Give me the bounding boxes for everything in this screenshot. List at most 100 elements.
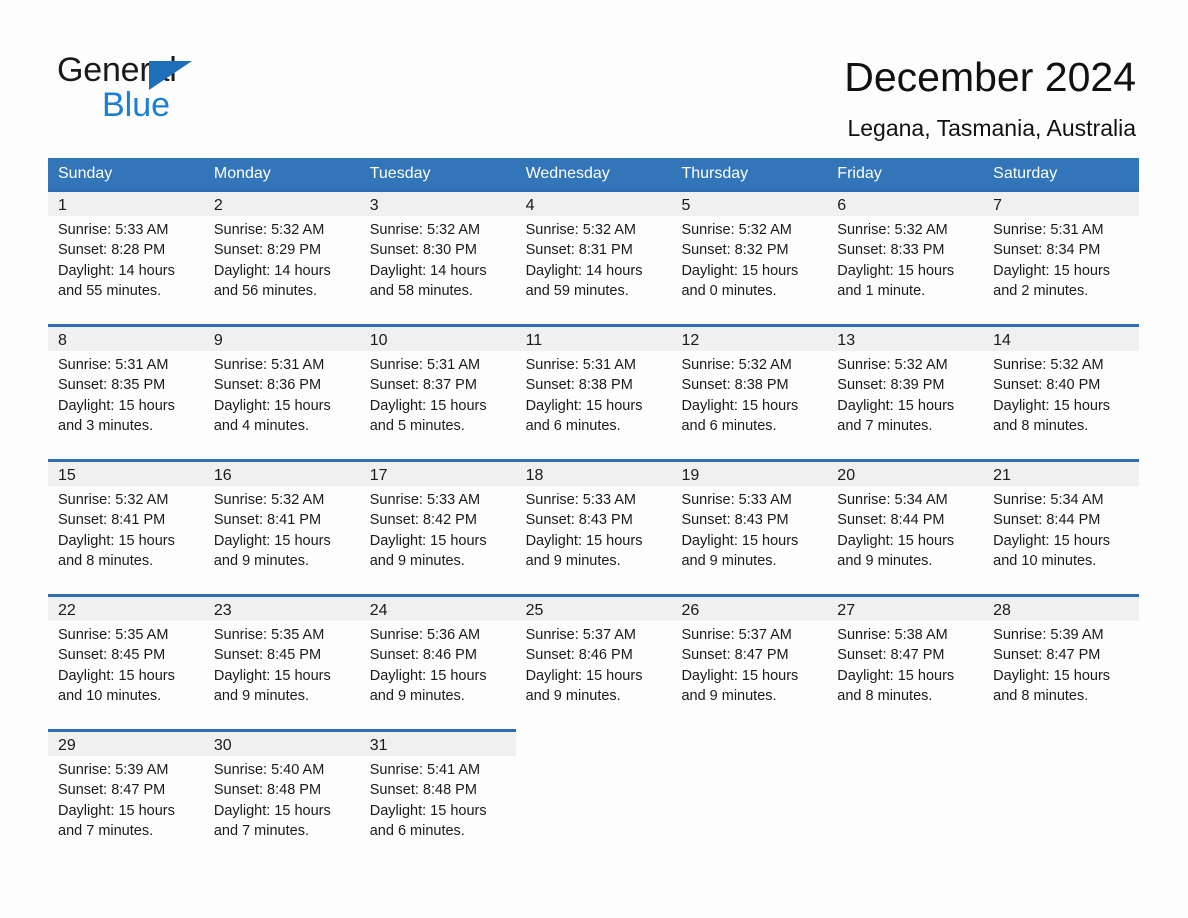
day-cell: Sunrise: 5:33 AM Sunset: 8:28 PM Dayligh… [48, 216, 204, 324]
day-cell: Sunrise: 5:37 AM Sunset: 8:46 PM Dayligh… [516, 621, 672, 729]
day-number[interactable]: 28 [983, 594, 1140, 621]
week-row: 8 9 10 11 12 13 14 Sunrise: 5:31 AM Suns… [48, 324, 1140, 459]
day-cell: Sunrise: 5:32 AM Sunset: 8:39 PM Dayligh… [827, 351, 983, 459]
day-number[interactable]: 31 [359, 729, 516, 756]
sunset-text: Sunset: 8:48 PM [213, 782, 322, 799]
day-number[interactable]: 17 [359, 459, 516, 486]
day-number[interactable]: 24 [359, 594, 516, 621]
daylight-text: Daylight: 14 hours and 56 minutes. [213, 262, 331, 299]
day-number-empty [671, 729, 827, 756]
day-number[interactable]: 12 [671, 324, 828, 351]
day-number[interactable]: 19 [671, 459, 828, 486]
day-number[interactable]: 18 [515, 459, 672, 486]
daylight-text: Daylight: 15 hours and 6 minutes. [681, 397, 799, 434]
day-cell: Sunrise: 5:41 AM Sunset: 8:48 PM Dayligh… [360, 756, 516, 864]
day-number[interactable]: 21 [983, 459, 1140, 486]
daylight-text: Daylight: 15 hours and 9 minutes. [525, 667, 643, 704]
daylight-text: Daylight: 15 hours and 7 minutes. [837, 397, 955, 434]
sunset-text: Sunset: 8:38 PM [681, 377, 789, 394]
day-number[interactable]: 29 [48, 729, 204, 756]
day-number[interactable]: 1 [48, 189, 204, 216]
calendar-grid: Sunday Monday Tuesday Wednesday Thursday… [48, 158, 1140, 864]
daylight-text: Daylight: 15 hours and 9 minutes. [213, 667, 331, 704]
daylight-text: Daylight: 15 hours and 8 minutes. [837, 667, 955, 704]
daylight-text: Daylight: 15 hours and 9 minutes. [681, 532, 799, 569]
sunset-text: Sunset: 8:34 PM [993, 242, 1101, 259]
sunset-text: Sunset: 8:35 PM [58, 377, 166, 394]
day-number[interactable]: 26 [671, 594, 828, 621]
daylight-text: Daylight: 15 hours and 0 minutes. [681, 262, 799, 299]
day-cell: Sunrise: 5:31 AM Sunset: 8:35 PM Dayligh… [48, 351, 204, 459]
day-number[interactable]: 16 [203, 459, 360, 486]
week-day-details: Sunrise: 5:31 AM Sunset: 8:35 PM Dayligh… [48, 351, 1139, 459]
daylight-text: Daylight: 14 hours and 59 minutes. [525, 262, 643, 299]
week-day-numbers: 8 9 10 11 12 13 14 [48, 324, 1140, 351]
sunrise-text: Sunrise: 5:32 AM [213, 222, 325, 238]
day-cell: Sunrise: 5:32 AM Sunset: 8:30 PM Dayligh… [360, 216, 516, 324]
day-number[interactable]: 9 [203, 324, 360, 351]
sunset-text: Sunset: 8:41 PM [213, 512, 322, 529]
week-row: 29 30 31 Sunrise: 5:39 AM Sunset: 8:47 P… [48, 729, 1139, 864]
day-cell: Sunrise: 5:35 AM Sunset: 8:45 PM Dayligh… [48, 621, 204, 729]
day-number[interactable]: 30 [203, 729, 360, 756]
day-cell: Sunrise: 5:32 AM Sunset: 8:31 PM Dayligh… [516, 216, 672, 324]
week-day-details: Sunrise: 5:39 AM Sunset: 8:47 PM Dayligh… [48, 756, 1139, 864]
sunset-text: Sunset: 8:29 PM [213, 242, 322, 259]
sunrise-text: Sunrise: 5:31 AM [525, 357, 636, 373]
sunrise-text: Sunrise: 5:32 AM [213, 492, 325, 508]
day-cell: Sunrise: 5:32 AM Sunset: 8:32 PM Dayligh… [671, 216, 827, 324]
day-cell: Sunrise: 5:39 AM Sunset: 8:47 PM Dayligh… [983, 621, 1139, 729]
day-cell-empty [516, 756, 672, 864]
day-cell: Sunrise: 5:38 AM Sunset: 8:47 PM Dayligh… [827, 621, 983, 729]
day-number[interactable]: 25 [515, 594, 672, 621]
sunset-text: Sunset: 8:43 PM [525, 512, 633, 529]
daylight-text: Daylight: 15 hours and 8 minutes. [993, 667, 1111, 704]
week-day-numbers: 15 16 17 18 19 20 21 [48, 459, 1140, 486]
sunrise-text: Sunrise: 5:31 AM [993, 222, 1104, 238]
sunrise-text: Sunrise: 5:32 AM [681, 222, 792, 238]
day-number[interactable]: 5 [671, 189, 828, 216]
sunrise-text: Sunrise: 5:41 AM [369, 762, 481, 778]
day-number[interactable]: 13 [827, 324, 984, 351]
day-cell: Sunrise: 5:33 AM Sunset: 8:43 PM Dayligh… [516, 486, 672, 594]
daylight-text: Daylight: 15 hours and 3 minutes. [58, 397, 175, 434]
day-number[interactable]: 27 [827, 594, 984, 621]
day-number[interactable]: 15 [48, 459, 204, 486]
day-number[interactable]: 14 [983, 324, 1140, 351]
day-cell: Sunrise: 5:31 AM Sunset: 8:38 PM Dayligh… [516, 351, 672, 459]
daylight-text: Daylight: 15 hours and 6 minutes. [525, 397, 643, 434]
day-number[interactable]: 11 [515, 324, 672, 351]
sunrise-text: Sunrise: 5:35 AM [58, 627, 169, 643]
day-number[interactable]: 20 [827, 459, 984, 486]
sunrise-text: Sunrise: 5:32 AM [58, 492, 169, 508]
daylight-text: Daylight: 15 hours and 10 minutes. [993, 532, 1111, 569]
sunrise-text: Sunrise: 5:33 AM [58, 222, 169, 238]
logo-text-blue: Blue [102, 86, 171, 124]
sunset-text: Sunset: 8:46 PM [525, 647, 633, 664]
day-number[interactable]: 2 [203, 189, 360, 216]
daylight-text: Daylight: 15 hours and 9 minutes. [369, 532, 487, 569]
day-number[interactable]: 6 [827, 189, 984, 216]
day-number[interactable]: 23 [203, 594, 360, 621]
day-number[interactable]: 3 [359, 189, 516, 216]
day-cell-empty [827, 756, 983, 864]
day-number[interactable]: 22 [48, 594, 204, 621]
day-cell: Sunrise: 5:32 AM Sunset: 8:38 PM Dayligh… [671, 351, 827, 459]
daylight-text: Daylight: 15 hours and 7 minutes. [58, 802, 175, 839]
sunrise-text: Sunrise: 5:39 AM [993, 627, 1104, 643]
daylight-text: Daylight: 14 hours and 55 minutes. [58, 262, 175, 299]
day-number[interactable]: 4 [515, 189, 672, 216]
day-number[interactable]: 7 [983, 189, 1140, 216]
sunset-text: Sunset: 8:43 PM [681, 512, 789, 529]
generalblue-logo: General Blue [57, 50, 317, 130]
day-number[interactable]: 8 [48, 324, 204, 351]
daylight-text: Daylight: 15 hours and 9 minutes. [369, 667, 487, 704]
day-number[interactable]: 10 [359, 324, 516, 351]
sunset-text: Sunset: 8:39 PM [837, 377, 945, 394]
day-cell: Sunrise: 5:34 AM Sunset: 8:44 PM Dayligh… [983, 486, 1139, 594]
sunset-text: Sunset: 8:47 PM [837, 647, 945, 664]
day-cell: Sunrise: 5:40 AM Sunset: 8:48 PM Dayligh… [204, 756, 360, 864]
sunset-text: Sunset: 8:44 PM [993, 512, 1101, 529]
daylight-text: Daylight: 15 hours and 9 minutes. [837, 532, 955, 569]
day-cell-empty [983, 756, 1139, 864]
